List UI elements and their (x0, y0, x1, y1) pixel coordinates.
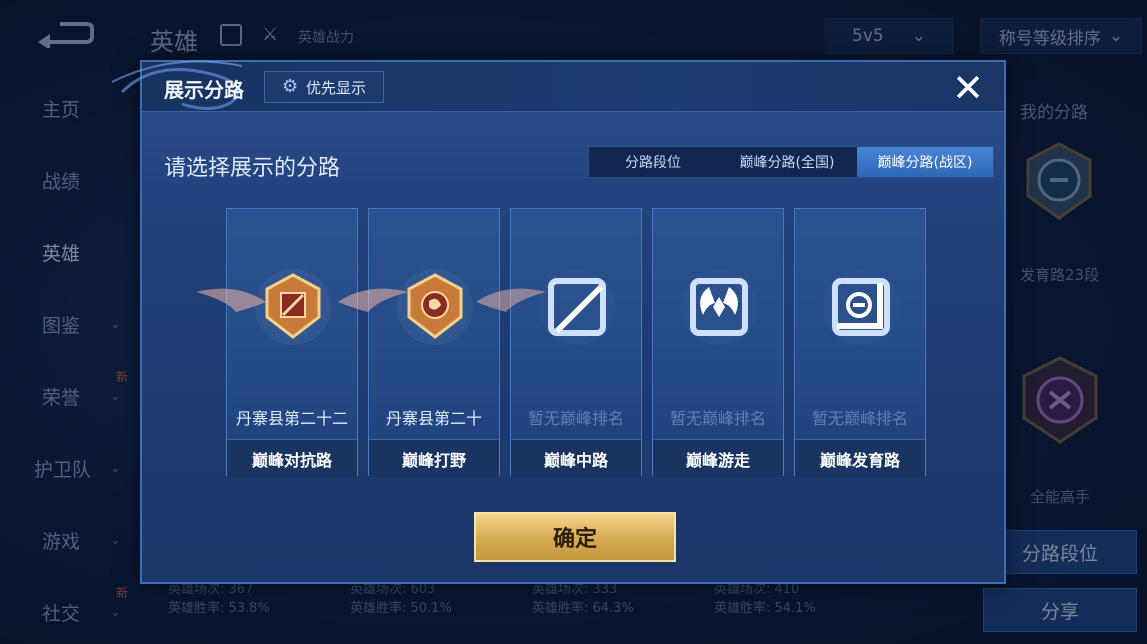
lane-card-farm[interactable]: 暂无巅峰排名 巅峰发育路 (794, 208, 926, 477)
priority-label: 优先显示 (305, 78, 366, 97)
lane-card-mid[interactable]: 暂无巅峰排名 巅峰中路 (510, 208, 642, 477)
decorative-wing-icon (196, 288, 266, 312)
decorative-wing-icon (476, 288, 546, 312)
card-rank-name: 丹寨县第二十 (385, 409, 482, 428)
decorative-wing-icon (338, 288, 408, 312)
lane-card-clash[interactable]: 丹寨县第二十二 巅峰对抗路 (226, 208, 358, 477)
card-rank-name: 暂无巅峰排名 (811, 409, 908, 428)
lane-card-roam[interactable]: 暂无巅峰排名 巅峰游走 (652, 208, 784, 477)
card-rank-name: 丹寨县第二十二 (235, 409, 348, 428)
card-lane-label: 巅峰中路 (511, 439, 641, 477)
close-icon[interactable]: ✕ (948, 68, 988, 108)
card-lane-label: 巅峰对抗路 (227, 439, 357, 477)
lane-card-list: 丹寨县第二十二 巅峰对抗路 丹寨县第二十 巅峰打野 暂无巅峰排名 巅峰中路 暂无… (196, 208, 926, 478)
roam-icon (681, 269, 757, 345)
gear-icon: ⚙ (281, 76, 299, 97)
rank-scope-tabs: 分路段位 巅峰分路(全国) 巅峰分路(战区) (588, 146, 994, 178)
tab-peak-national[interactable]: 巅峰分路(全国) (717, 147, 857, 177)
card-rank-name: 暂无巅峰排名 (669, 409, 766, 428)
card-lane-label: 巅峰发育路 (795, 439, 925, 477)
dialog-header: 展示分路 ⚙ 优先显示 ✕ (112, 60, 1004, 112)
card-lane-label: 巅峰游走 (653, 439, 783, 477)
confirm-button[interactable]: 确定 (474, 512, 676, 562)
card-lane-label: 巅峰打野 (369, 439, 499, 477)
mid-lane-icon (539, 269, 615, 345)
card-rank-name: 暂无巅峰排名 (527, 409, 624, 428)
display-lane-dialog: 展示分路 ⚙ 优先显示 ✕ 请选择展示的分路 分路段位 巅峰分路(全国) 巅峰分… (112, 60, 1006, 584)
lane-card-jungle[interactable]: 丹寨县第二十 巅峰打野 (368, 208, 500, 477)
farm-lane-icon (823, 269, 899, 345)
priority-display-button[interactable]: ⚙ 优先显示 (264, 71, 384, 103)
tab-lane-rank[interactable]: 分路段位 (589, 147, 717, 177)
dialog-title: 展示分路 (164, 78, 244, 102)
tab-peak-region[interactable]: 巅峰分路(战区) (857, 147, 993, 177)
dialog-subtitle: 请选择展示的分路 (164, 156, 341, 181)
